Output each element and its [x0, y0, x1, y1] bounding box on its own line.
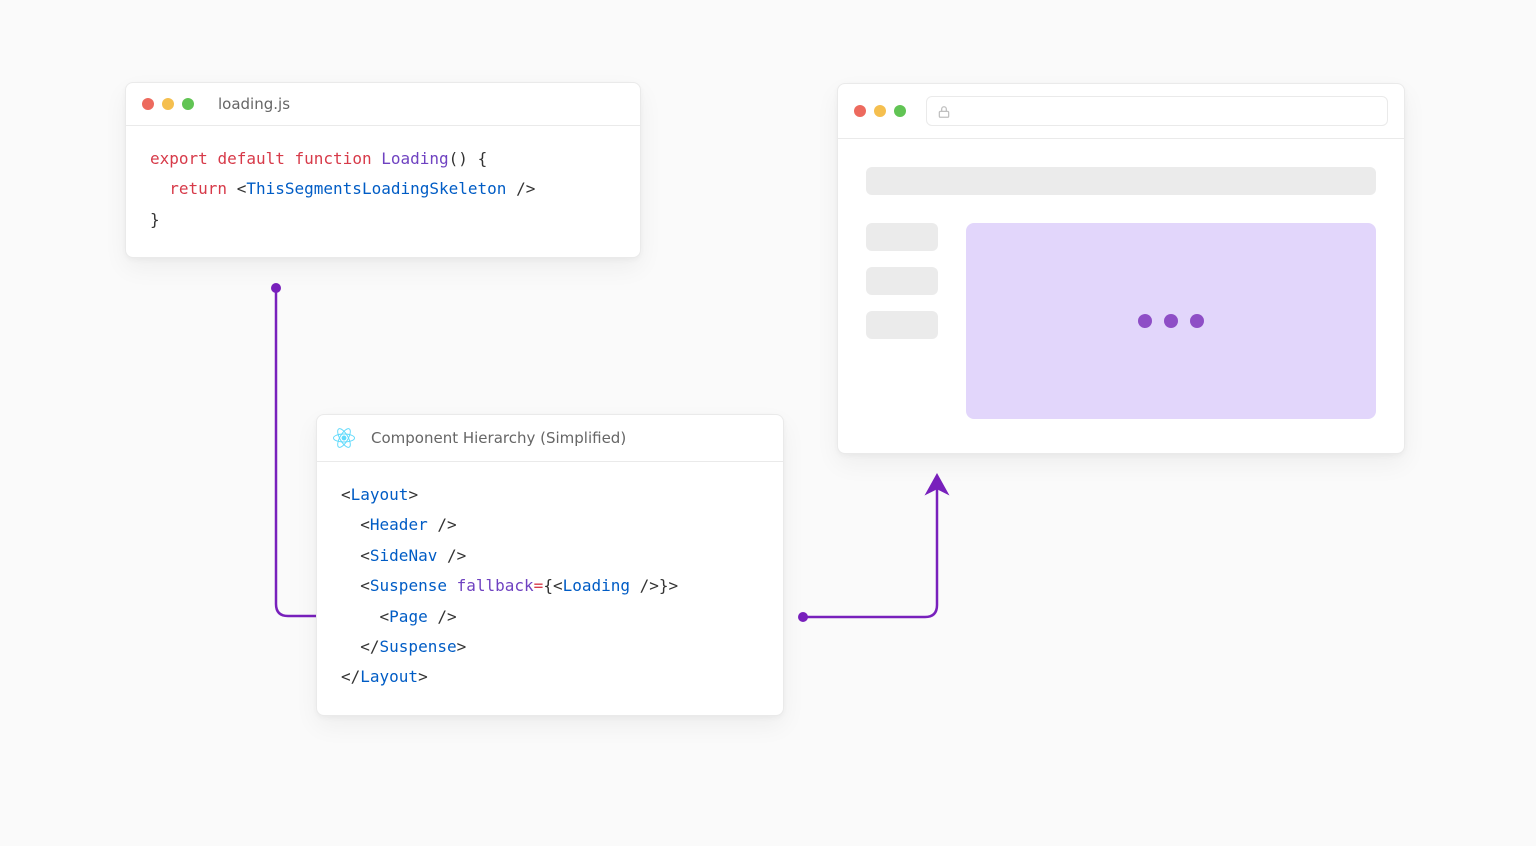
tag-page: Page: [389, 607, 428, 626]
browser-card: [837, 83, 1405, 454]
skeleton-item: [866, 223, 938, 251]
skeleton-sidenav: [866, 223, 938, 419]
skeleton-header: [866, 167, 1376, 195]
traffic-yellow-icon: [874, 105, 886, 117]
tag-suspense: Suspense: [370, 576, 447, 595]
react-icon: [333, 427, 355, 449]
loading-dot-icon: [1164, 314, 1178, 328]
code-filename: loading.js: [218, 95, 290, 113]
traffic-red-icon: [142, 98, 154, 110]
code-card: loading.js export default function Loadi…: [125, 82, 641, 258]
code-card-header: loading.js: [126, 83, 640, 126]
browser-viewport: [838, 139, 1404, 453]
lock-icon: [937, 104, 951, 118]
kw-default: default: [217, 149, 284, 168]
attr-fallback: fallback: [457, 576, 534, 595]
hierarchy-card-header: Component Hierarchy (Simplified): [317, 415, 783, 462]
tag-sidenav: SideNav: [370, 546, 437, 565]
skeleton-item: [866, 267, 938, 295]
kw-return: return: [169, 179, 227, 198]
kw-function: function: [295, 149, 372, 168]
hierarchy-card: Component Hierarchy (Simplified) <Layout…: [316, 414, 784, 716]
traffic-yellow-icon: [162, 98, 174, 110]
traffic-green-icon: [894, 105, 906, 117]
loading-skeleton-component: ThisSegmentsLoadingSkeleton: [246, 179, 506, 198]
code-block: export default function Loading() { retu…: [126, 126, 640, 257]
fn-name: Loading: [381, 149, 448, 168]
loading-dot-icon: [1138, 314, 1152, 328]
traffic-green-icon: [182, 98, 194, 110]
traffic-lights: [854, 105, 906, 117]
tag-layout-close: Layout: [360, 667, 418, 686]
traffic-red-icon: [854, 105, 866, 117]
tag-loading: Loading: [563, 576, 630, 595]
loading-dot-icon: [1190, 314, 1204, 328]
skeleton-item: [866, 311, 938, 339]
address-bar[interactable]: [926, 96, 1388, 126]
hierarchy-code: <Layout> <Header /> <SideNav /> <Suspens…: [317, 462, 783, 715]
hierarchy-title: Component Hierarchy (Simplified): [371, 429, 626, 447]
traffic-lights: [142, 98, 194, 110]
tag-suspense-close: Suspense: [380, 637, 457, 656]
browser-chrome: [838, 84, 1404, 139]
loading-content-area: [966, 223, 1376, 419]
kw-export: export: [150, 149, 208, 168]
tag-header: Header: [370, 515, 428, 534]
tag-layout: Layout: [351, 485, 409, 504]
